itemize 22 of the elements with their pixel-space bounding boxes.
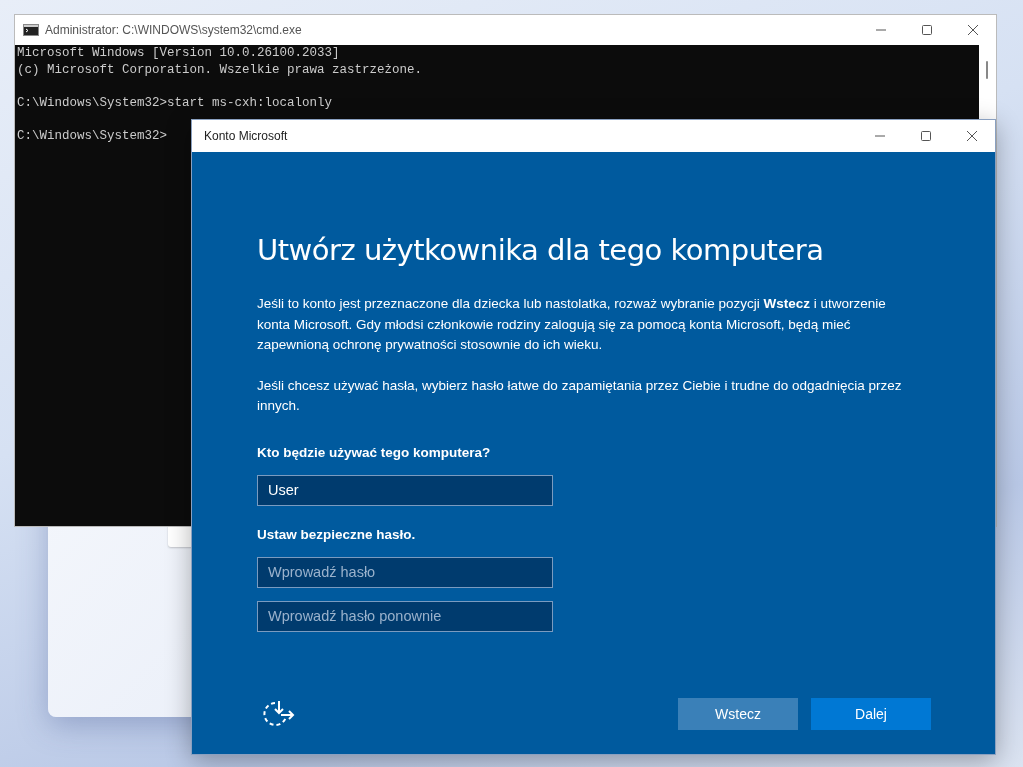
field-label: Ustaw bezpieczne hasło.: [257, 526, 416, 542]
field-label: Kto będzie używać tego komputera?: [257, 444, 491, 460]
console-line: C:\Windows\System32>start ms-cxh:localonly: [17, 94, 333, 111]
paragraph: Jeśli to konto jest przeznaczone dla dziecka lub nastolatka, rozważ wybranie pozycji Wstecz i utworzenie konta Microsoft. Gdy młodsi członkowie rodziny zalogują się za pomocą konta Microsoft, będą mieć zapewnioną ochronę prywatności stosownie do ich wieku.: [257, 295, 887, 354]
scrollbar-thumb[interactable]: [986, 61, 988, 79]
console-icon: [23, 24, 39, 36]
input-field[interactable]: Wprowadź hasło: [257, 556, 553, 588]
window-title: Administrator: C:\WINDOWS\system32\cmd.exe: [45, 23, 303, 37]
maximize-icon: [921, 24, 933, 36]
close-icon: [966, 130, 978, 142]
input-field[interactable]: Wprowadź hasło ponownie: [257, 600, 553, 632]
close-icon: [967, 24, 979, 36]
console-line: Microsoft Windows [Version 10.0.26100.2033]: [17, 45, 340, 62]
input-field[interactable]: User: [257, 474, 553, 506]
back-button[interactable]: Wstecz: [678, 698, 798, 730]
paragraph: Jeśli chcesz używać hasła, wybierz hasło łatwe do zapamiętania przez Ciebie i trudne do odgadnięcia przez innych.: [257, 376, 903, 415]
console-line: (c) Microsoft Corporation. Wszelkie prawa zastrzeżone.: [17, 61, 423, 78]
next-button[interactable]: Dalej: [811, 698, 931, 730]
console-line: C:\Windows\System32>: [17, 127, 168, 144]
window-title: Konto Microsoft: [204, 129, 289, 143]
page-heading: Utwórz użytkownika dla tego komputera: [257, 232, 825, 269]
maximize-icon: [920, 130, 932, 142]
